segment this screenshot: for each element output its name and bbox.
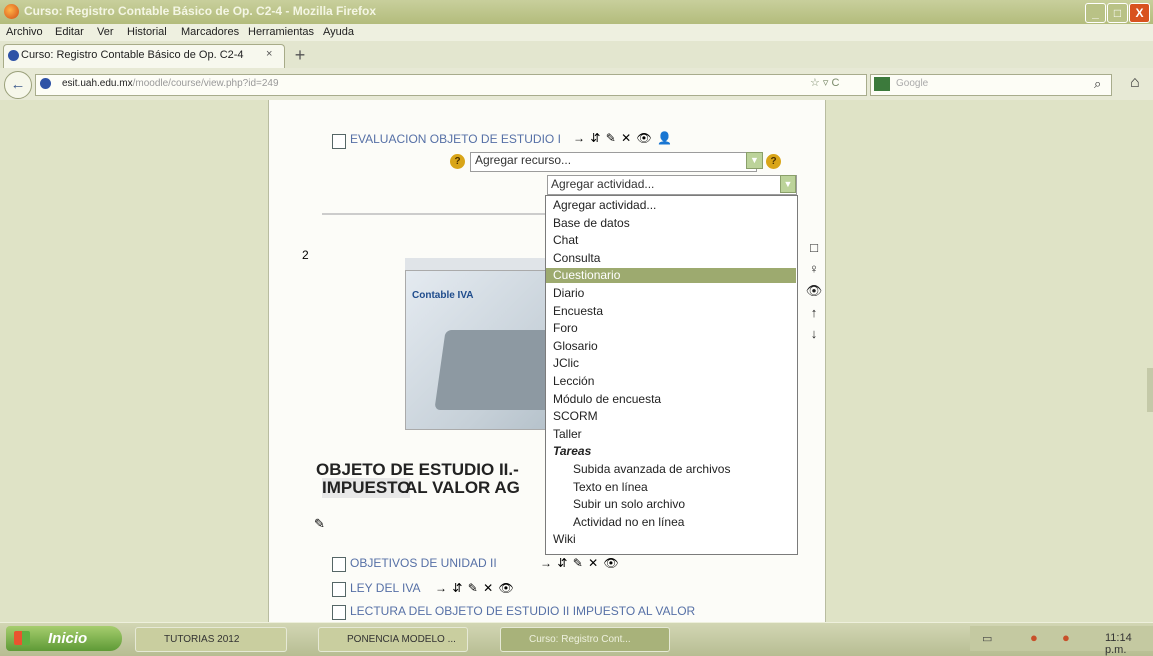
activity-edit-tools[interactable]: → ⇵ ✎ ✕ 👁	[435, 581, 515, 595]
site-identity-icon[interactable]	[40, 78, 51, 89]
move-checkbox-icon[interactable]: □	[805, 240, 823, 255]
dropdown-option[interactable]: Módulo de encuesta	[546, 392, 796, 407]
section-title-line2: AL VALOR AG	[405, 478, 520, 497]
search-icon[interactable]: ⌕	[1094, 76, 1101, 92]
add-activity-label: Agregar actividad...	[551, 177, 655, 191]
window-title: Curso: Registro Contable Básico de Op. C…	[24, 4, 377, 18]
dropdown-option[interactable]: Lección	[546, 374, 796, 389]
highlight-icon[interactable]: ♀	[805, 261, 823, 276]
menu-marcadores[interactable]: Marcadores	[181, 26, 239, 38]
activity-edit-tools[interactable]: → ⇵ ✎ ✕ 👁 👤	[573, 131, 673, 145]
link-ley-iva[interactable]: LEY DEL IVA	[350, 581, 420, 595]
tray-antivirus-icon[interactable]: ●	[1030, 630, 1038, 645]
menu-ver[interactable]: Ver	[97, 26, 114, 38]
search-placeholder: Google	[896, 78, 929, 89]
edit-summary-icon[interactable]: ✎	[314, 516, 325, 532]
document-icon	[332, 605, 346, 620]
dropdown-option[interactable]: Glosario	[546, 339, 796, 354]
dropdown-option[interactable]: Chat	[546, 233, 796, 248]
new-tab-button[interactable]: +	[290, 45, 310, 65]
url-path: /moodle/course/view.php?id=249	[132, 78, 279, 89]
link-evaluacion[interactable]: EVALUACION OBJETO DE ESTUDIO I	[350, 132, 561, 146]
eye-icon[interactable]: 👁	[805, 283, 823, 299]
dropdown-option[interactable]: Consulta	[546, 251, 796, 266]
dropdown-option[interactable]: Texto en línea	[546, 480, 797, 495]
add-resource-label: Agregar recurso...	[475, 153, 572, 167]
windows-flag-icon	[14, 631, 30, 645]
dropdown-option[interactable]: SCORM	[546, 409, 796, 424]
arrow-up-icon[interactable]: ↑	[805, 305, 823, 320]
activity-edit-tools[interactable]: → ⇵ ✎ ✕ 👁	[540, 556, 620, 570]
section-title-bold: IMPUESTO	[322, 478, 411, 498]
tab-close-icon[interactable]: ×	[266, 48, 272, 60]
close-window-button[interactable]: X	[1129, 3, 1150, 23]
dropdown-option[interactable]: Diario	[546, 286, 796, 301]
scrollbar-thumb[interactable]	[1147, 368, 1153, 412]
dropdown-option[interactable]: Encuesta	[546, 304, 796, 319]
tray-network-icon[interactable]: ▭	[982, 632, 992, 645]
arrow-down-icon[interactable]: ↓	[805, 326, 823, 341]
document-icon	[332, 134, 346, 149]
dropdown-option[interactable]: Cuestionario	[546, 268, 796, 284]
dropdown-option[interactable]: Base de datos	[546, 216, 796, 231]
activity-dropdown-list[interactable]: Agregar actividad... Base de datos Chat Con…	[545, 195, 798, 555]
section-number: 2	[302, 248, 309, 262]
firefox-logo-icon	[4, 4, 19, 19]
url-text: esit.uah.edu.mx/moodle/course/view.php?i…	[62, 78, 279, 89]
moodle-favicon-icon	[8, 50, 19, 61]
section-image-logo: Contable IVA	[412, 290, 474, 301]
menu-bar	[0, 24, 1153, 41]
chevron-down-icon[interactable]: ▼	[780, 175, 796, 193]
link-objetivos[interactable]: OBJETIVOS DE UNIDAD II	[350, 556, 497, 570]
minimize-button[interactable]: _	[1085, 3, 1106, 23]
document-icon	[332, 557, 346, 572]
taskbar-item-tutorias[interactable]: TUTORIAS 2012	[135, 627, 287, 652]
clock: 11:14 p.m.	[1105, 632, 1132, 656]
dropdown-group-label: Tareas	[553, 444, 592, 459]
taskbar-item-ponencia[interactable]: PONENCIA MODELO ...	[318, 627, 468, 652]
maximize-button[interactable]: □	[1107, 3, 1128, 23]
tray-security-icon[interactable]: ●	[1062, 630, 1070, 645]
back-button[interactable]: ←	[4, 71, 32, 99]
link-lectura[interactable]: LECTURA DEL OBJETO DE ESTUDIO II IMPUEST…	[350, 604, 695, 618]
menu-herramientas[interactable]: Herramientas	[248, 26, 314, 38]
document-icon	[332, 582, 346, 597]
help-icon[interactable]: ?	[766, 154, 781, 169]
url-domain: esit.uah.edu.mx	[62, 78, 133, 89]
help-icon[interactable]: ?	[450, 154, 465, 169]
dropdown-option[interactable]: Actividad no en línea	[546, 515, 797, 530]
menu-historial[interactable]: Historial	[127, 26, 167, 38]
menu-ayuda[interactable]: Ayuda	[323, 26, 354, 38]
dropdown-option[interactable]: Agregar actividad...	[546, 198, 796, 213]
home-icon[interactable]: ⌂	[1130, 74, 1140, 92]
section-title-line1: OBJETO DE ESTUDIO II.-	[316, 460, 519, 479]
bookmark-star-icon[interactable]: ☆ ▿ C	[810, 76, 839, 89]
dropdown-option[interactable]: Foro	[546, 321, 796, 336]
menu-archivo[interactable]: Archivo	[6, 26, 43, 38]
dropdown-option[interactable]: Subida avanzada de archivos	[546, 462, 797, 477]
taskbar-item-firefox[interactable]: Curso: Registro Cont...	[500, 627, 670, 652]
dropdown-option[interactable]: JClic	[546, 356, 796, 371]
dropdown-option[interactable]: Taller	[546, 427, 796, 442]
chevron-down-icon[interactable]: ▼	[746, 152, 763, 169]
tab-label: Curso: Registro Contable Básico de Op. C…	[21, 49, 244, 61]
google-engine-icon[interactable]	[874, 77, 890, 91]
dropdown-option[interactable]: Subir un solo archivo	[546, 497, 797, 512]
dropdown-option[interactable]: Wiki	[546, 532, 796, 547]
menu-editar[interactable]: Editar	[55, 26, 84, 38]
